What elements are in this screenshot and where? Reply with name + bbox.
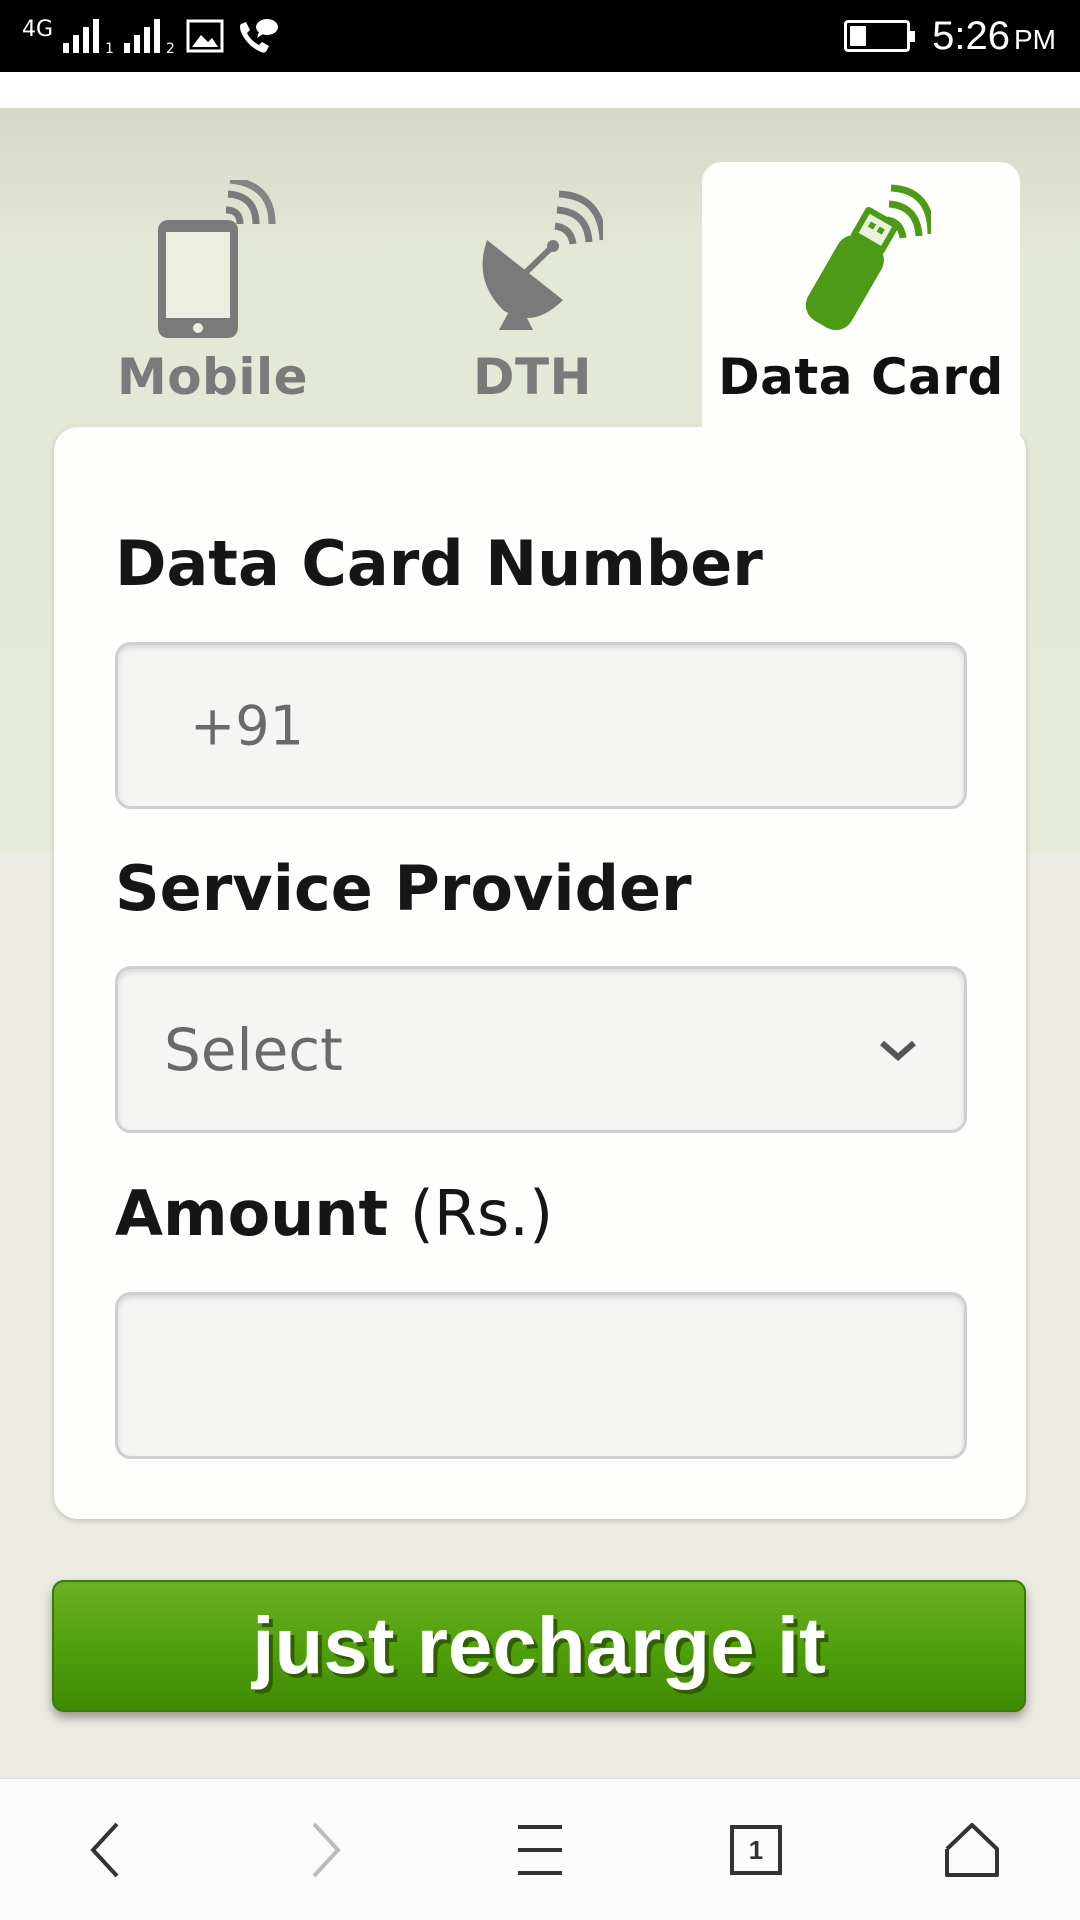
data-card-number-label: Data Card Number — [115, 527, 763, 600]
data-card-number-input[interactable]: +91 — [115, 642, 967, 809]
forward-button[interactable] — [266, 1779, 386, 1920]
sim1-label: 1 — [105, 41, 114, 57]
clock: 5:26 PM — [932, 14, 1056, 59]
tab-dth-label: DTH — [473, 348, 592, 406]
tab-data-card-label: Data Card — [718, 348, 1004, 406]
tab-mobile[interactable]: Mobile — [90, 162, 335, 432]
signal-sim2-icon: 2 — [123, 19, 175, 57]
tab-dth[interactable]: DTH — [410, 162, 655, 432]
battery-icon — [844, 20, 916, 52]
clock-time: 5:26 — [932, 13, 1010, 58]
just-recharge-it-button[interactable]: just recharge it — [52, 1580, 1026, 1712]
forward-icon — [312, 1822, 341, 1878]
amount-label-text: Amount — [115, 1177, 389, 1250]
back-button[interactable] — [45, 1779, 165, 1920]
tab-count: 1 — [748, 1834, 764, 1865]
country-code-prefix: +91 — [190, 694, 304, 757]
service-provider-select[interactable]: Select — [115, 966, 967, 1133]
call-chat-icon — [239, 19, 278, 53]
mobile-phone-icon — [157, 180, 275, 338]
clock-ampm: PM — [1014, 23, 1056, 55]
tabs-icon: 1 — [730, 1825, 782, 1875]
sim2-label: 2 — [165, 41, 175, 57]
amount-input[interactable] — [115, 1292, 967, 1459]
image-notification-icon — [186, 19, 224, 53]
tab-data-card[interactable]: Data Card — [702, 162, 1020, 432]
home-button[interactable] — [912, 1779, 1032, 1920]
status-bar: 4G 1 2 5:26 PM — [0, 0, 1080, 72]
browser-top-strip — [0, 72, 1080, 108]
home-icon — [945, 1823, 999, 1877]
network-type: 4G — [22, 17, 54, 42]
browser-bottom-nav: 1 — [0, 1778, 1080, 1920]
tab-mobile-label: Mobile — [116, 348, 309, 406]
signal-sim1-icon: 1 — [63, 19, 114, 57]
back-icon — [90, 1822, 119, 1878]
usb-datacard-icon — [805, 184, 931, 331]
service-provider-label: Service Provider — [115, 852, 692, 925]
amount-label: Amount (Rs.) — [115, 1177, 553, 1250]
menu-button[interactable] — [480, 1779, 600, 1920]
tab-card-join — [702, 420, 1020, 440]
amount-unit: (Rs.) — [409, 1177, 554, 1250]
service-provider-value: Select — [164, 1015, 343, 1084]
menu-icon — [518, 1825, 562, 1875]
satellite-dish-icon — [482, 190, 603, 330]
recharge-form-card: Data Card Number +91 Service Provider Se… — [54, 427, 1026, 1519]
tabs-button[interactable]: 1 — [696, 1779, 816, 1920]
chevron-down-icon — [880, 1040, 916, 1061]
